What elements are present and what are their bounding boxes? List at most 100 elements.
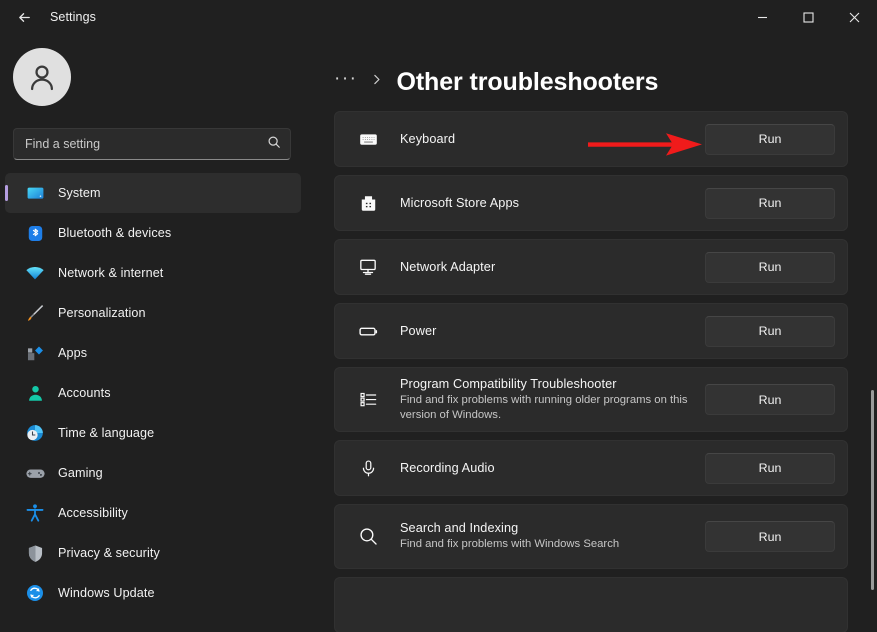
update-icon (22, 581, 48, 605)
troubleshooter-name: Program Compatibility Troubleshooter (400, 377, 695, 391)
profile-section (0, 34, 310, 106)
troubleshooter-row-partial[interactable] (334, 577, 848, 632)
monitor-icon (22, 181, 48, 205)
list-icon (353, 390, 383, 409)
troubleshooter-info: Search and Indexing Find and fix problem… (400, 521, 705, 552)
sidebar-item-apps[interactable]: Apps (5, 333, 301, 373)
troubleshooter-info: Power (400, 324, 705, 338)
sidebar-item-label: Accessibility (58, 506, 128, 520)
clock-globe-icon (22, 421, 48, 445)
run-button-power[interactable]: Run (705, 316, 835, 347)
troubleshooters-list: Keyboard Run (322, 104, 877, 632)
window-controls (739, 0, 877, 34)
run-button-program-compatibility[interactable]: Run (705, 384, 835, 415)
troubleshooter-row-microsoft-store-apps[interactable]: Microsoft Store Apps Run (334, 175, 848, 231)
sidebar-item-label: Bluetooth & devices (58, 226, 171, 240)
search-input[interactable] (25, 137, 267, 151)
battery-icon (353, 321, 383, 342)
troubleshooter-name: Network Adapter (400, 260, 695, 274)
account-icon (22, 381, 48, 405)
title-bar: Settings (0, 0, 877, 34)
chevron-right-icon (370, 73, 383, 91)
breadcrumb: ··· Other troubleshooters (322, 34, 877, 104)
minimize-button[interactable] (739, 0, 785, 34)
troubleshooter-name: Power (400, 324, 695, 338)
shield-icon (22, 541, 48, 565)
troubleshooter-info: Network Adapter (400, 260, 705, 274)
sidebar-item-label: Privacy & security (58, 546, 160, 560)
troubleshooter-info: Microsoft Store Apps (400, 196, 705, 210)
gamepad-icon (22, 461, 48, 485)
sidebar-item-personalization[interactable]: Personalization (5, 293, 301, 333)
sidebar-item-label: Windows Update (58, 586, 155, 600)
maximize-button[interactable] (785, 0, 831, 34)
store-icon (353, 194, 383, 213)
search-icon (353, 526, 383, 547)
network-adapter-icon (353, 257, 383, 277)
page-title: Other troubleshooters (396, 68, 658, 97)
maximize-icon (803, 12, 814, 23)
accessibility-icon (22, 501, 48, 525)
keyboard-icon (353, 130, 383, 149)
window-body: System Bluetooth & devices (0, 34, 877, 632)
run-button-recording-audio[interactable]: Run (705, 453, 835, 484)
troubleshooter-info: Program Compatibility Troubleshooter Fin… (400, 377, 705, 423)
vertical-scrollbar[interactable] (871, 390, 874, 590)
search-icon[interactable] (267, 135, 281, 154)
sidebar-item-privacy-security[interactable]: Privacy & security (5, 533, 301, 573)
sidebar: System Bluetooth & devices (0, 34, 310, 632)
sidebar-item-label: Network & internet (58, 266, 163, 280)
troubleshooter-info: Keyboard (400, 132, 705, 146)
sidebar-item-bluetooth-devices[interactable]: Bluetooth & devices (5, 213, 301, 253)
sidebar-item-gaming[interactable]: Gaming (5, 453, 301, 493)
troubleshooter-name: Recording Audio (400, 461, 695, 475)
sidebar-item-accessibility[interactable]: Accessibility (5, 493, 301, 533)
troubleshooter-name: Microsoft Store Apps (400, 196, 695, 210)
wifi-icon (22, 261, 48, 285)
troubleshooter-row-keyboard[interactable]: Keyboard Run (334, 111, 848, 167)
run-button-search-and-indexing[interactable]: Run (705, 521, 835, 552)
troubleshooter-row-power[interactable]: Power Run (334, 303, 848, 359)
sidebar-item-accounts[interactable]: Accounts (5, 373, 301, 413)
paintbrush-icon (22, 301, 48, 325)
sidebar-nav: System Bluetooth & devices (0, 173, 310, 613)
minimize-icon (757, 12, 768, 23)
settings-window: Settings (0, 0, 877, 632)
troubleshooter-row-search-and-indexing[interactable]: Search and Indexing Find and fix problem… (334, 504, 848, 569)
troubleshooter-row-program-compatibility[interactable]: Program Compatibility Troubleshooter Fin… (334, 367, 848, 432)
sidebar-item-label: Gaming (58, 466, 103, 480)
sidebar-item-time-language[interactable]: Time & language (5, 413, 301, 453)
person-avatar-icon (26, 61, 58, 93)
app-title: Settings (50, 10, 96, 24)
run-button-network-adapter[interactable]: Run (705, 252, 835, 283)
sidebar-item-label: Apps (58, 346, 87, 360)
close-icon (849, 12, 860, 23)
troubleshooter-description: Find and fix problems with running older… (400, 393, 695, 423)
run-button-microsoft-store-apps[interactable]: Run (705, 188, 835, 219)
main-panel: ··· Other troubleshooters (310, 34, 877, 632)
troubleshooter-name: Search and Indexing (400, 521, 695, 535)
search-section (0, 106, 310, 160)
sidebar-item-network-internet[interactable]: Network & internet (5, 253, 301, 293)
sidebar-item-label: Accounts (58, 386, 111, 400)
troubleshooter-description: Find and fix problems with Windows Searc… (400, 537, 695, 552)
run-button-keyboard[interactable]: Run (705, 124, 835, 155)
sidebar-item-windows-update[interactable]: Windows Update (5, 573, 301, 613)
sidebar-item-label: System (58, 186, 101, 200)
microphone-icon (353, 459, 383, 478)
troubleshooter-name: Keyboard (400, 132, 695, 146)
sidebar-item-label: Personalization (58, 306, 146, 320)
breadcrumb-overflow-button[interactable]: ··· (334, 69, 357, 96)
troubleshooter-row-network-adapter[interactable]: Network Adapter Run (334, 239, 848, 295)
sidebar-item-system[interactable]: System (5, 173, 301, 213)
back-button[interactable] (6, 2, 42, 32)
troubleshooter-info: Recording Audio (400, 461, 705, 475)
bluetooth-icon (22, 221, 48, 245)
close-button[interactable] (831, 0, 877, 34)
sidebar-item-label: Time & language (58, 426, 154, 440)
back-arrow-icon (17, 10, 32, 25)
troubleshooter-row-recording-audio[interactable]: Recording Audio Run (334, 440, 848, 496)
search-box[interactable] (13, 128, 291, 160)
apps-icon (22, 341, 48, 365)
avatar[interactable] (13, 48, 71, 106)
